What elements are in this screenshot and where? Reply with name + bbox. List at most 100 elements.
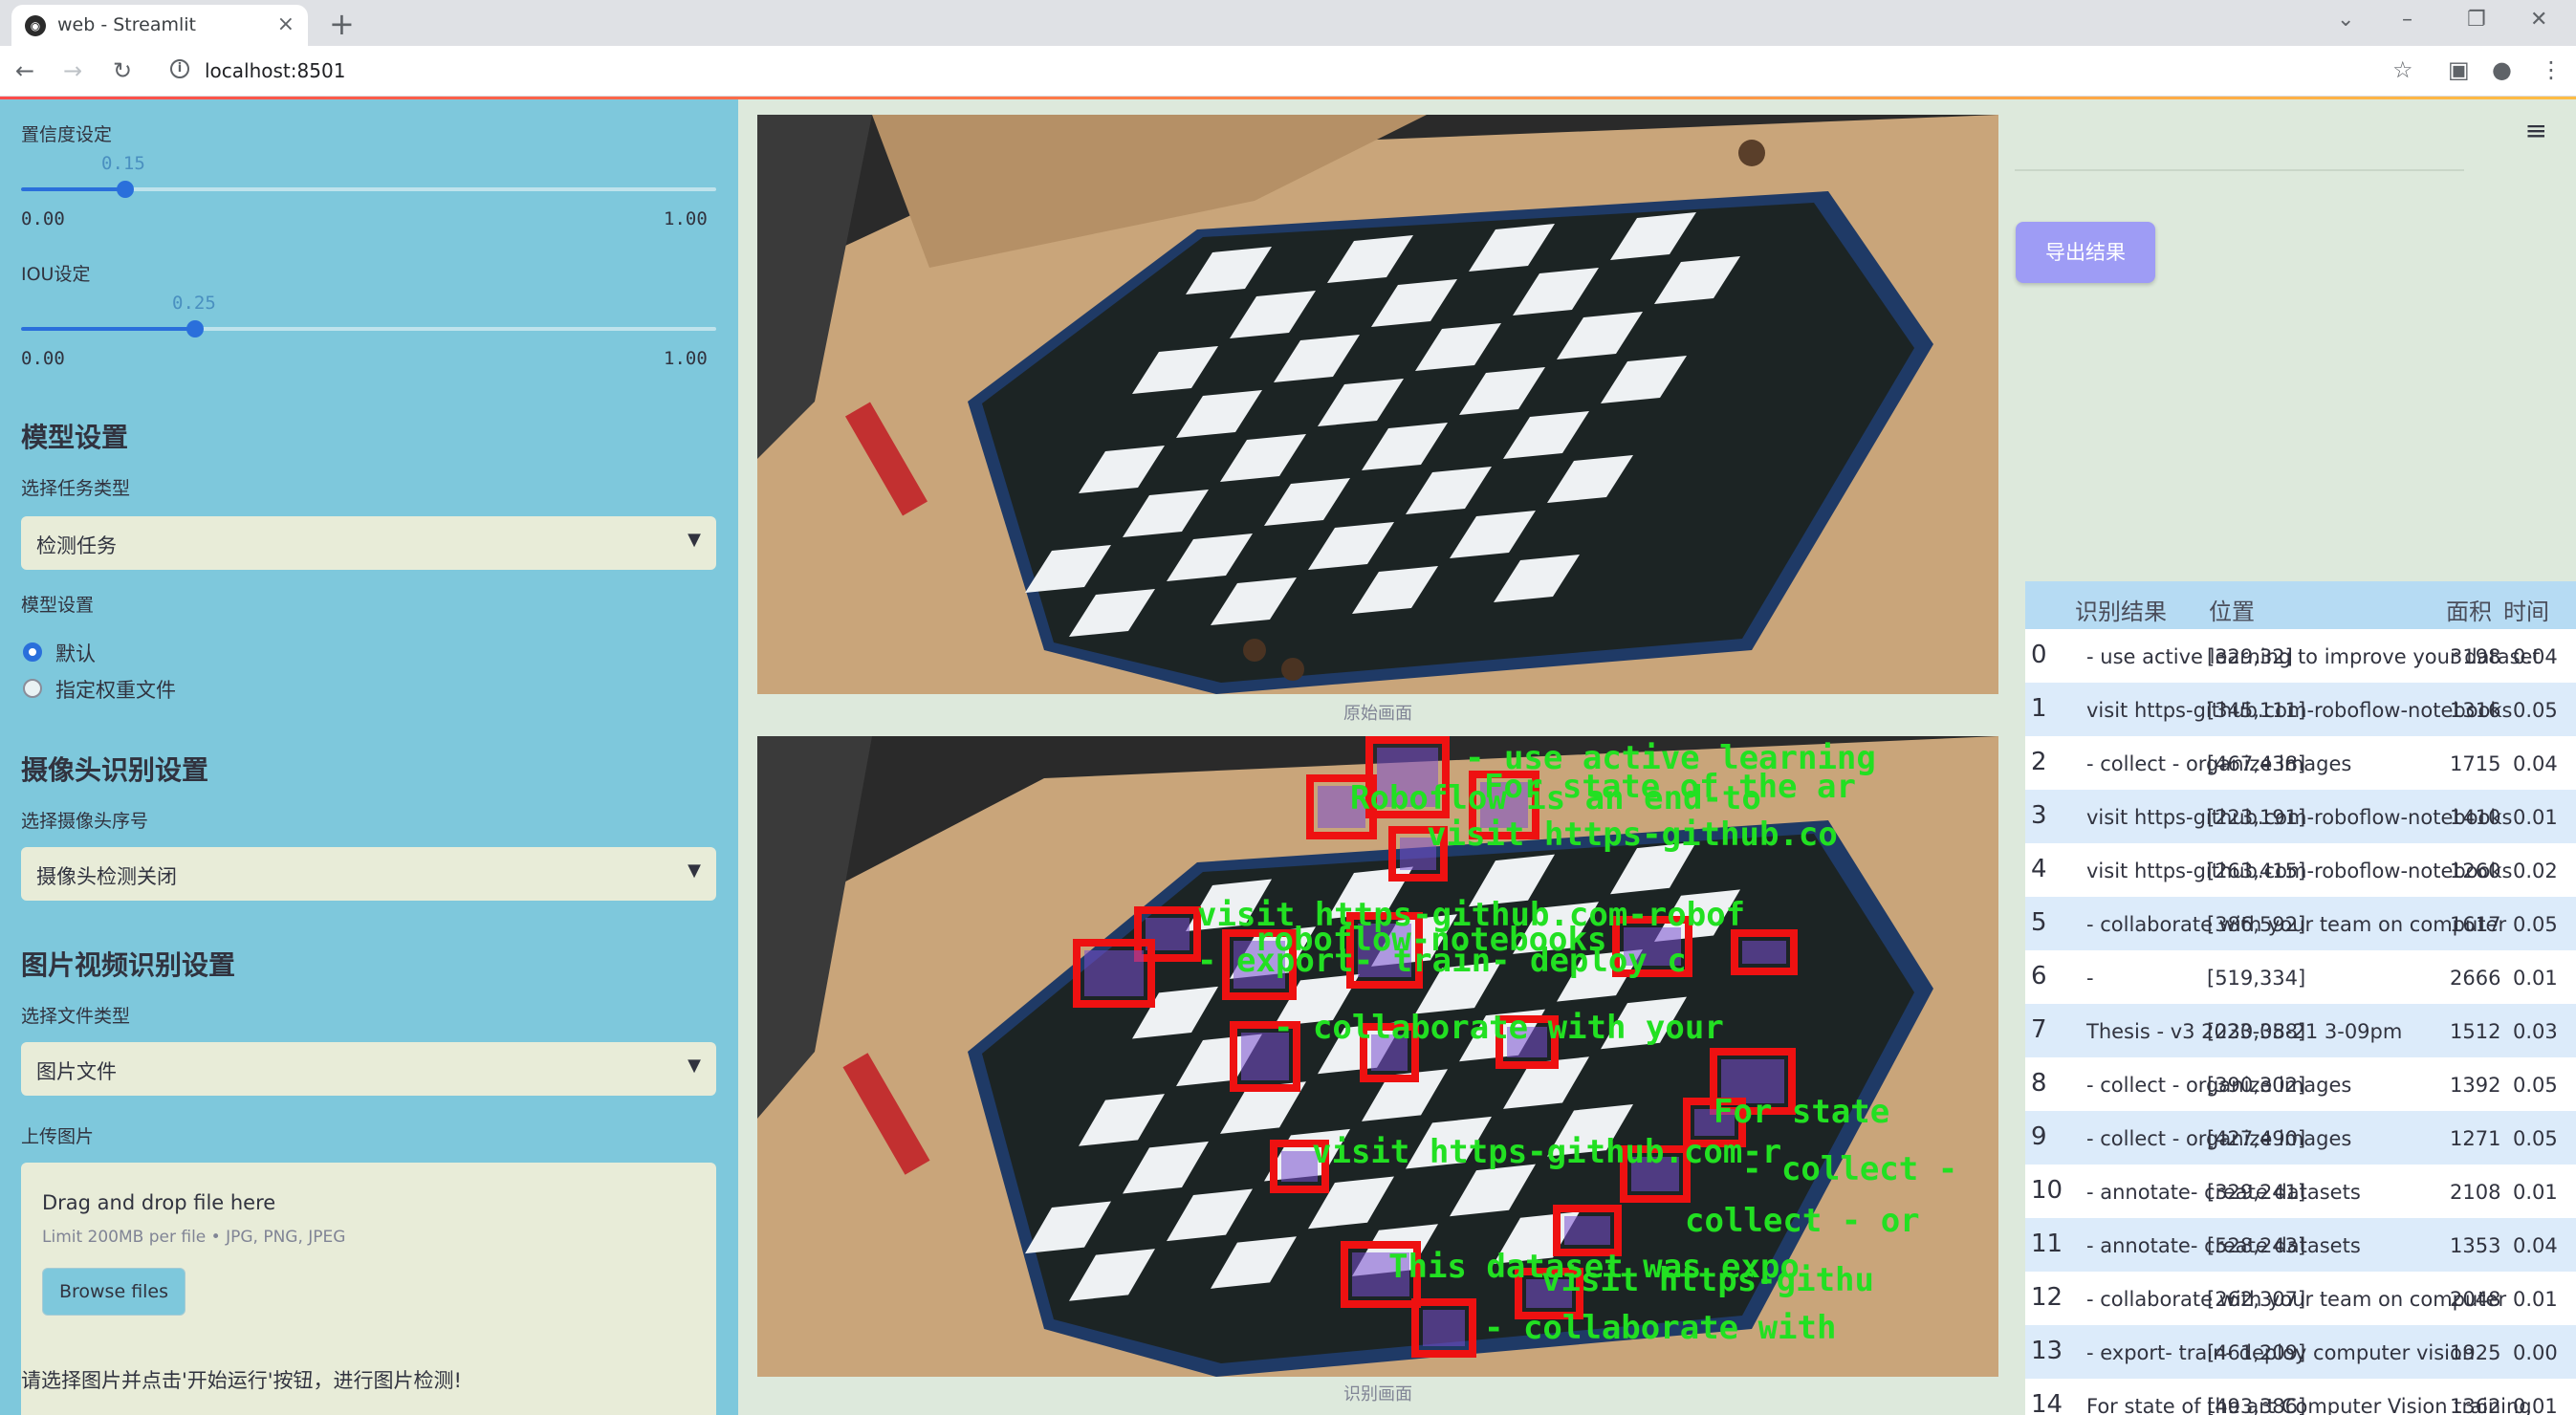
table-row[interactable]: 3 visit https-github.com-roboflow-noteboo… [2025,790,2576,843]
row-position: [262,307] [2207,1288,2306,1311]
results-table[interactable]: 识别结果 位置 面积 时间 0- use active learning to … [2025,581,2576,1415]
browser-tab[interactable]: ◉ web - Streamlit × [11,5,308,46]
new-tab-icon[interactable]: + [329,6,355,42]
row-time: 0.01 [2513,1181,2558,1204]
row-area: 2048 [2450,1288,2501,1311]
file-type-label: 选择文件类型 [21,1006,131,1027]
table-row[interactable]: 6 - [519,334] 2666 0.01 [2025,950,2576,1004]
column-header-time[interactable]: 时间 [2503,593,2549,626]
overlay-text: - collect - [1742,1150,1957,1188]
row-time: 0.01 [2513,806,2558,829]
row-time: 0.04 [2513,1234,2558,1257]
table-row[interactable]: 5- collaborate with your team on compute… [2025,897,2576,950]
confidence-slider-thumb[interactable] [117,181,134,198]
url-text: localhost:8501 [205,59,346,82]
table-row[interactable]: 2- collect - organize images [467,438] 171… [2025,736,2576,790]
row-time: 0.01 [2513,1395,2558,1415]
row-area: 1260 [2450,860,2501,882]
chevron-down-icon: ▼ [688,530,701,550]
radio-default-label: 默认 [55,642,96,665]
iou-slider-thumb[interactable] [186,320,204,337]
row-index: 0 [2031,641,2047,669]
confidence-min: 0.00 [21,208,65,229]
overlay-text: For state [1714,1093,1889,1131]
row-index: 4 [2031,855,2047,883]
table-row[interactable]: 11- annotate- create datasets [528,243] 13… [2025,1218,2576,1272]
row-result: - [2086,967,2094,990]
task-type-select[interactable]: 检测任务 ▼ [21,516,716,570]
camera-select[interactable]: 摄像头检测关闭 ▼ [21,847,716,901]
streamlit-favicon-icon: ◉ [25,15,46,36]
close-tab-icon[interactable]: × [277,12,295,36]
row-index: 13 [2031,1337,2063,1365]
main-area: 原始画面 - use active learning For state of … [738,99,2576,1415]
row-index: 9 [2031,1122,2047,1151]
camera-label: 选择摄像头序号 [21,811,149,832]
back-icon[interactable]: ← [15,57,34,84]
table-row[interactable]: 13- export- train- deploy computer visio… [2025,1325,2576,1379]
detection-mask [1423,1310,1465,1346]
radio-custom-weights-label: 指定权重文件 [55,679,176,702]
row-area: 1316 [2450,699,2501,722]
column-header-result[interactable]: 识别结果 [2075,593,2167,626]
close-window-icon[interactable]: ✕ [2530,8,2547,32]
media-section-heading: 图片视频识别设置 [21,949,236,981]
overlay-text: collect - or [1685,1202,1920,1240]
site-info-icon[interactable]: i [170,59,189,78]
radio-default[interactable] [23,642,42,662]
row-area: 3198 [2450,645,2501,668]
divider [2015,169,2464,171]
column-header-position[interactable]: 位置 [2209,593,2255,626]
original-caption: 原始画面 [1343,704,1412,724]
row-index: 12 [2031,1283,2063,1312]
row-index: 11 [2031,1230,2063,1258]
row-area: 1925 [2450,1341,2501,1364]
profile-icon[interactable]: ● [2492,56,2512,83]
reload-icon[interactable]: ↻ [113,57,132,84]
radio-custom-weights[interactable] [23,679,42,698]
confidence-slider[interactable] [21,181,716,198]
export-results-button[interactable]: 导出结果 [2016,222,2155,283]
table-row[interactable]: 9- collect - organize images [427,490] 127… [2025,1111,2576,1165]
iou-slider[interactable] [21,320,716,337]
upload-label: 上传图片 [21,1126,95,1147]
iou-slider-fill [21,327,195,331]
table-row[interactable]: 7 Thesis - v3 2023-08-21 3-09pm [230,358] 1… [2025,1004,2576,1057]
camera-value: 摄像头检测关闭 [36,865,177,888]
row-time: 0.00 [2513,1341,2558,1364]
row-area: 1271 [2450,1127,2501,1150]
row-position: [345,111] [2207,699,2306,722]
browser-toolbar: ← → ↻ i localhost:8501 ☆ ▣ ● ⋮ [0,46,2576,97]
row-time: 0.05 [2513,913,2558,936]
detected-caption: 识别画面 [1343,1384,1412,1404]
browse-files-button[interactable]: Browse files [42,1268,186,1316]
column-header-area[interactable]: 面积 [2446,593,2492,626]
original-image [757,115,1998,694]
overlay-text: - export- train- deploy c [1197,942,1687,980]
table-row[interactable]: 0- use active learning to improve your d… [2025,629,2576,683]
table-row[interactable]: 4 visit https-github.com-roboflow-noteboo… [2025,843,2576,897]
confidence-max: 1.00 [664,208,708,229]
bookmark-star-icon[interactable]: ☆ [2392,56,2413,83]
menu-kebab-icon[interactable]: ⋮ [2540,56,2563,83]
table-row[interactable]: 1 visit https-github.com-roboflow-noteboo… [2025,683,2576,736]
row-time: 0.04 [2513,645,2558,668]
overlay-text: visit https-githu [1541,1261,1874,1299]
chevron-down-icon[interactable]: ⌄ [2337,8,2354,32]
table-row[interactable]: 14 For state of the art Computer Vision t… [2025,1379,2576,1415]
row-time: 0.05 [2513,1127,2558,1150]
address-bar[interactable]: i localhost:8501 [155,53,2412,89]
table-row[interactable]: 10- annotate- create datasets [329,241] 21… [2025,1165,2576,1218]
chessboard-photo-detected: - use active learning For state of the a… [757,736,1998,1377]
side-panel-icon[interactable]: ▣ [2448,56,2470,83]
table-row[interactable]: 8- collect - organize images [390,302] 139… [2025,1057,2576,1111]
detection-mask [1564,1216,1610,1245]
file-type-select[interactable]: 图片文件 ▼ [21,1042,716,1096]
minimize-icon[interactable]: – [2402,8,2412,32]
restore-icon[interactable]: ❐ [2467,8,2486,32]
table-row[interactable]: 12- collaborate with your team on comput… [2025,1272,2576,1325]
row-time: 0.01 [2513,967,2558,990]
row-index: 14 [2031,1390,2063,1415]
hamburger-menu-icon[interactable]: ≡ [2525,115,2547,146]
forward-icon[interactable]: → [63,57,82,84]
